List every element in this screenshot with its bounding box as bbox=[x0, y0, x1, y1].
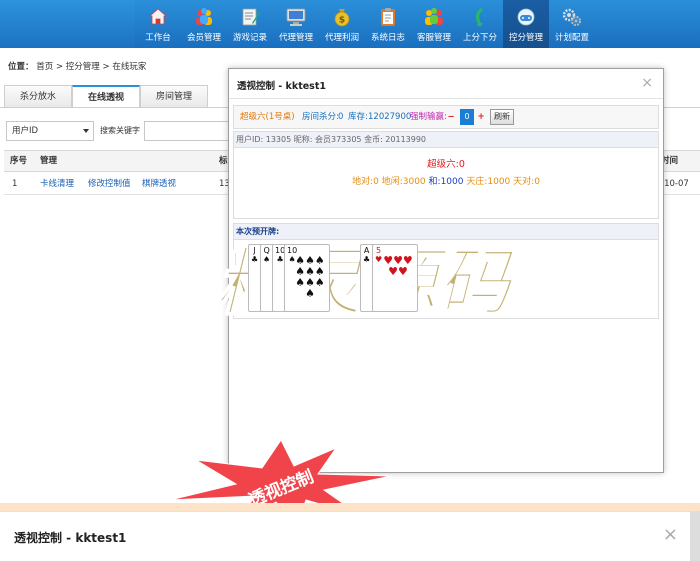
row-time: -10-07 bbox=[661, 179, 689, 189]
breadcrumb-item-score-control[interactable]: 控分管理 bbox=[66, 62, 100, 72]
search-field-select[interactable]: 用户ID bbox=[6, 121, 94, 141]
divider-band bbox=[0, 503, 700, 511]
card-rank: J bbox=[253, 246, 256, 255]
nav-label: 代理利润 bbox=[324, 33, 359, 43]
game-record-icon bbox=[242, 8, 260, 26]
breadcrumb-separator: > bbox=[55, 62, 64, 72]
support-team-icon bbox=[425, 8, 443, 25]
select-value: 用户ID bbox=[12, 126, 39, 136]
card-rank: A bbox=[363, 246, 370, 255]
playing-card: 5 ♥ ♥♥♥♥♥ bbox=[372, 244, 418, 312]
nav-item-members[interactable]: 会员管理 bbox=[181, 0, 227, 48]
close-icon[interactable]: × bbox=[663, 524, 678, 545]
room-name: 超级六(1号桌) bbox=[240, 112, 295, 122]
bet-item: 天庄:1000 bbox=[466, 177, 511, 187]
tab-room-management[interactable]: 房间管理 bbox=[140, 85, 208, 107]
stock-label: 库存: bbox=[348, 112, 368, 122]
nav-item-customer-service[interactable]: 客服管理 bbox=[411, 0, 457, 48]
transfer-icon bbox=[476, 8, 488, 27]
chevron-down-icon bbox=[83, 129, 89, 133]
second-dialog-header: 透视控制 - kktest1 × bbox=[0, 511, 690, 561]
gears-icon bbox=[562, 8, 582, 27]
card-rank: 5 bbox=[376, 246, 382, 255]
tab-online-view[interactable]: 在线透视 bbox=[72, 85, 140, 107]
bet-item-tie: 和:1000 bbox=[428, 177, 464, 187]
clear-line-link[interactable]: 卡线清理 bbox=[40, 173, 74, 195]
column-header-label: 标 bbox=[219, 156, 228, 166]
breadcrumb-prefix: 位置： bbox=[8, 62, 34, 72]
card-rank: Q bbox=[263, 246, 270, 255]
brand-area bbox=[0, 0, 135, 48]
app-root: 工作台 会员管理 游戏记录 代理管理 $ 代理利润 系统日志 客服管理 上分下分… bbox=[0, 0, 700, 561]
nav-label: 系统日志 bbox=[370, 33, 405, 43]
members-icon bbox=[196, 8, 212, 25]
nav-item-agent-profit[interactable]: $ 代理利润 bbox=[319, 0, 365, 48]
column-header-actions: 管理 bbox=[40, 156, 58, 166]
room-score-label: 房间杀分: bbox=[302, 112, 339, 122]
modal-header: 透视控制 - kktest1 × bbox=[229, 69, 663, 99]
row-index: 1 bbox=[12, 179, 18, 189]
svg-text:$: $ bbox=[339, 16, 345, 26]
home-icon bbox=[148, 8, 168, 25]
nav-label: 客服管理 bbox=[416, 33, 451, 43]
search-input[interactable] bbox=[144, 121, 234, 141]
cards-title: 本次预开牌: bbox=[234, 224, 658, 240]
card-pips: ♠♠♠♠♠♠♠♠♠♠ bbox=[295, 254, 325, 300]
nav-item-agent-management[interactable]: 代理管理 bbox=[273, 0, 319, 48]
bet-item: 地对:0 bbox=[352, 177, 379, 187]
decrement-button[interactable]: − bbox=[444, 109, 458, 125]
clipboard-icon bbox=[381, 8, 395, 26]
user-info-line: 用户ID: 13305 昵称: 会员373305 金币: 20113990 bbox=[234, 132, 658, 148]
force-value-input[interactable]: 0 bbox=[460, 109, 474, 125]
bets-line: 地对:0 地闲:3000 和:1000 天庄:1000 天对:0 bbox=[234, 174, 658, 187]
top-navigation-bar: 工作台 会员管理 游戏记录 代理管理 $ 代理利润 系统日志 客服管理 上分下分… bbox=[0, 0, 700, 48]
force-label: 强制输赢: bbox=[410, 112, 447, 122]
second-dialog-title: 透视控制 - kktest1 bbox=[14, 531, 127, 545]
search-label: 搜索关键字 bbox=[100, 126, 140, 135]
money-bag-icon: $ bbox=[334, 9, 350, 27]
card-pips: ♥♥♥♥♥ bbox=[383, 254, 413, 278]
nav-label: 工作台 bbox=[145, 33, 171, 43]
user-info-panel: 用户ID: 13305 昵称: 会员373305 金币: 20113990 超级… bbox=[233, 131, 659, 219]
nav-item-game-records[interactable]: 游戏记录 bbox=[227, 0, 273, 48]
nav-item-system-log[interactable]: 系统日志 bbox=[365, 0, 411, 48]
nav-item-workbench[interactable]: 工作台 bbox=[135, 0, 181, 48]
close-icon[interactable]: × bbox=[641, 75, 653, 91]
column-header-index: 序号 bbox=[10, 156, 28, 166]
playing-card: 10 ♠ ♠♠♠♠♠♠♠♠♠♠ bbox=[284, 244, 330, 312]
stock-value: 12027900 bbox=[368, 112, 412, 122]
edit-control-link[interactable]: 修改控制值 bbox=[88, 173, 131, 195]
agent-monitor-icon bbox=[286, 8, 306, 26]
breadcrumb-item-online-players: 在线玩家 bbox=[112, 62, 147, 72]
refresh-button[interactable]: 刷新 bbox=[490, 109, 514, 125]
tab-kill-release[interactable]: 杀分放水 bbox=[4, 85, 72, 107]
bet-item: 地闲:3000 bbox=[381, 177, 426, 187]
nav-item-score-transfer[interactable]: 上分下分 bbox=[457, 0, 503, 48]
nav-item-score-control[interactable]: 控分管理 bbox=[503, 0, 549, 48]
control-bar: 超级六(1号桌) 房间杀分: 0 库存: 12027900 强制输赢: − 0 … bbox=[233, 105, 659, 129]
breadcrumb-item-home[interactable]: 首页 bbox=[36, 62, 53, 72]
nav-label: 控分管理 bbox=[508, 33, 543, 43]
breadcrumb-separator: > bbox=[102, 62, 110, 72]
scroll-strip bbox=[690, 511, 700, 561]
increment-button[interactable]: + bbox=[474, 109, 488, 125]
card-view-link[interactable]: 棋牌透视 bbox=[142, 173, 176, 195]
modal-title: 透视控制 - kktest1 bbox=[237, 81, 326, 92]
game-result-line: 超级六:0 bbox=[427, 159, 465, 170]
nav-label: 上分下分 bbox=[462, 33, 497, 43]
nav-label: 会员管理 bbox=[186, 33, 221, 43]
bet-item: 天对:0 bbox=[513, 177, 540, 187]
nav-label: 计划配置 bbox=[554, 33, 589, 43]
gamepad-icon bbox=[517, 8, 535, 26]
nav-label: 代理管理 bbox=[278, 33, 313, 43]
nav-item-plan-config[interactable]: 计划配置 bbox=[549, 0, 595, 48]
nav-label: 游戏记录 bbox=[232, 33, 267, 43]
room-score-value: 0 bbox=[338, 112, 344, 122]
